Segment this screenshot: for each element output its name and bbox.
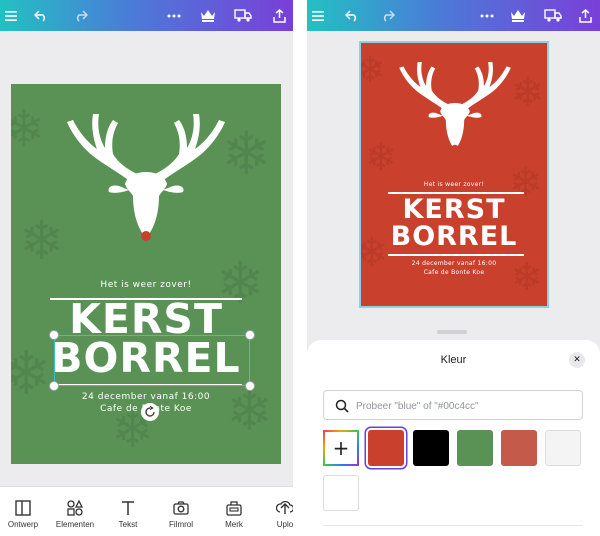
- tool-label: Ontwerp: [7, 520, 39, 529]
- text-icon: [122, 501, 134, 515]
- truck-icon[interactable]: [230, 0, 256, 31]
- color-search-input[interactable]: [356, 397, 576, 415]
- undo-icon[interactable]: [341, 0, 363, 31]
- color-panel-title: Kleur: [440, 354, 467, 366]
- crown-icon[interactable]: [506, 0, 530, 31]
- menu-icon[interactable]: [307, 0, 329, 31]
- color-swatch[interactable]: [457, 430, 493, 466]
- tool-label: Merk: [225, 520, 243, 529]
- crown-icon[interactable]: [196, 0, 220, 31]
- editor-view-right: ❄ ❄ ❄ ❄ ❄ ❄ Het is weer zover! KERST BOR…: [307, 0, 600, 536]
- color-search-field[interactable]: [323, 390, 583, 420]
- rotate-handle[interactable]: [141, 403, 159, 421]
- truck-icon[interactable]: [540, 0, 566, 31]
- camera-icon: [173, 501, 189, 515]
- tool-label: Filmrol: [169, 520, 193, 529]
- snowflake-decoration: ❄: [19, 209, 65, 272]
- color-swatch[interactable]: [368, 430, 404, 466]
- editor-view-left: ❄ ❄ ❄ ❄ ❄ ❄ ❄ Het is weer zover! KERST B…: [0, 0, 293, 536]
- color-swatch[interactable]: [413, 430, 449, 466]
- snowflake-decoration: ❄: [365, 135, 397, 179]
- upload-icon: [276, 500, 293, 514]
- brand-kit-icon: [226, 501, 242, 516]
- color-panel: Kleur ✕ +: [307, 340, 600, 536]
- tool-label: Elementen: [55, 520, 95, 529]
- tool-filmrol[interactable]: Filmrol: [154, 487, 208, 536]
- snowflake-decoration: ❄: [11, 100, 45, 158]
- poster-title-line2[interactable]: BORREL: [361, 223, 547, 250]
- menu-icon[interactable]: [0, 0, 22, 31]
- top-toolbar: [0, 0, 293, 31]
- deer-head-icon: [399, 62, 511, 152]
- more-options-icon[interactable]: [163, 0, 185, 31]
- color-swatch[interactable]: [323, 475, 359, 511]
- tool-elementen[interactable]: Elementen: [48, 487, 102, 536]
- close-icon[interactable]: ✕: [569, 352, 585, 368]
- tool-label: Uplo: [276, 520, 293, 529]
- tool-tekst[interactable]: Tekst: [101, 487, 155, 536]
- share-icon[interactable]: [268, 0, 290, 31]
- text-selection-box[interactable]: [54, 335, 250, 386]
- search-icon: [335, 399, 349, 413]
- resize-handle[interactable]: [49, 381, 59, 391]
- tool-merk[interactable]: Merk: [207, 487, 261, 536]
- redo-icon[interactable]: [70, 0, 92, 31]
- tool-label: Tekst: [118, 520, 138, 529]
- add-color-button[interactable]: +: [323, 430, 359, 466]
- undo-icon[interactable]: [30, 0, 52, 31]
- divider-line: [388, 254, 524, 256]
- color-swatch[interactable]: [501, 430, 537, 466]
- more-options-icon[interactable]: [476, 0, 498, 31]
- divider: [323, 525, 583, 526]
- poster-date[interactable]: 24 december vanaf 16:00: [11, 392, 281, 402]
- poster-tagline[interactable]: Het is weer zover!: [361, 181, 547, 188]
- layout-icon: [15, 500, 31, 516]
- poster-canvas[interactable]: ❄ ❄ ❄ ❄ ❄ ❄ ❄ Het is weer zover! KERST B…: [11, 84, 281, 464]
- resize-handle[interactable]: [245, 381, 255, 391]
- resize-handle[interactable]: [245, 330, 255, 340]
- deer-head-icon: [67, 114, 225, 241]
- share-icon[interactable]: [574, 0, 596, 31]
- tool-ontwerp[interactable]: Ontwerp: [0, 487, 50, 536]
- shapes-icon: [67, 499, 84, 516]
- poster-title-line1[interactable]: KERST: [361, 196, 547, 223]
- color-swatch[interactable]: [545, 430, 581, 466]
- poster-canvas[interactable]: ❄ ❄ ❄ ❄ ❄ ❄ Het is weer zover! KERST BOR…: [359, 41, 549, 308]
- snowflake-decoration: ❄: [511, 70, 545, 116]
- poster-venue[interactable]: Cafe de Bonte Koe: [361, 269, 547, 276]
- snowflake-decoration: ❄: [361, 53, 385, 89]
- poster-date[interactable]: 24 december vanaf 16:00: [361, 260, 547, 267]
- poster-tagline[interactable]: Het is weer zover!: [11, 280, 281, 290]
- bottom-toolbar: Ontwerp Elementen Tekst Filmrol Merk Upl…: [0, 486, 293, 536]
- redo-icon[interactable]: [377, 0, 399, 31]
- tool-uploads[interactable]: Uplo: [258, 487, 293, 536]
- sheet-grab-handle[interactable]: [437, 330, 467, 334]
- resize-handle[interactable]: [49, 330, 59, 340]
- top-toolbar: [307, 0, 600, 31]
